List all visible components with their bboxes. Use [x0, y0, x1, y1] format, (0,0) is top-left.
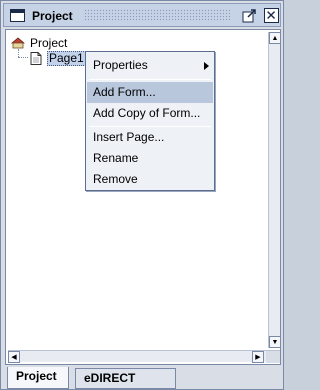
- tab-label: eDIRECT PLUS: [84, 371, 136, 385]
- menu-item-properties[interactable]: Properties: [87, 55, 213, 76]
- tree-node-label: Project: [30, 36, 68, 50]
- tab-project[interactable]: Project: [7, 367, 69, 389]
- tree-node-label: Page1: [47, 50, 86, 66]
- scroll-left-icon[interactable]: ◀: [8, 351, 20, 363]
- vertical-scrollbar[interactable]: ▲ ▼: [268, 32, 281, 348]
- project-window: Project Project Page1 ▲ ▼ ◀ ▶ Properties…: [0, 0, 284, 390]
- submenu-arrow-icon: [204, 62, 209, 70]
- project-icon: [11, 37, 25, 49]
- bottom-tab-strip: Project eDIRECT PLUS: [3, 367, 283, 389]
- horizontal-scrollbar[interactable]: ◀ ▶: [8, 350, 280, 363]
- restore-icon[interactable]: [242, 8, 257, 23]
- scroll-right-icon[interactable]: ▶: [252, 351, 264, 363]
- menu-item-label: Insert Page...: [93, 130, 165, 144]
- menu-item-rename[interactable]: Rename: [87, 148, 213, 169]
- menu-item-remove[interactable]: Remove: [87, 169, 213, 190]
- tab-label: Project: [16, 369, 57, 383]
- scroll-corner: [266, 351, 280, 363]
- tab-edirect-plus[interactable]: eDIRECT PLUS: [75, 368, 176, 389]
- tree-node-project[interactable]: Project: [11, 35, 67, 51]
- close-icon[interactable]: [264, 8, 279, 23]
- scroll-up-icon[interactable]: ▲: [269, 32, 281, 44]
- menu-item-label: Add Form...: [93, 85, 156, 99]
- tree-connector: [18, 57, 28, 58]
- menu-item-label: Remove: [93, 172, 138, 186]
- menu-item-add-form[interactable]: Add Form...: [87, 82, 213, 103]
- window-title: Project: [32, 9, 73, 23]
- menu-item-insert-page[interactable]: Insert Page...: [87, 127, 213, 148]
- context-menu: Properties Add Form... Add Copy of Form.…: [85, 51, 215, 191]
- page-icon: [30, 51, 42, 65]
- menu-item-label: Rename: [93, 151, 139, 165]
- menu-item-label: Add Copy of Form...: [93, 106, 201, 120]
- drag-grip[interactable]: [84, 9, 230, 22]
- menu-item-label: Properties: [93, 58, 148, 72]
- title-bar[interactable]: Project: [3, 3, 281, 27]
- menu-item-add-copy-of-form[interactable]: Add Copy of Form...: [87, 103, 213, 124]
- tree-node-page1[interactable]: Page1: [30, 50, 86, 66]
- menu-separator: [89, 79, 211, 80]
- window-icon: [10, 9, 25, 22]
- tree-connector: [18, 49, 19, 57]
- scroll-down-icon[interactable]: ▼: [269, 336, 281, 348]
